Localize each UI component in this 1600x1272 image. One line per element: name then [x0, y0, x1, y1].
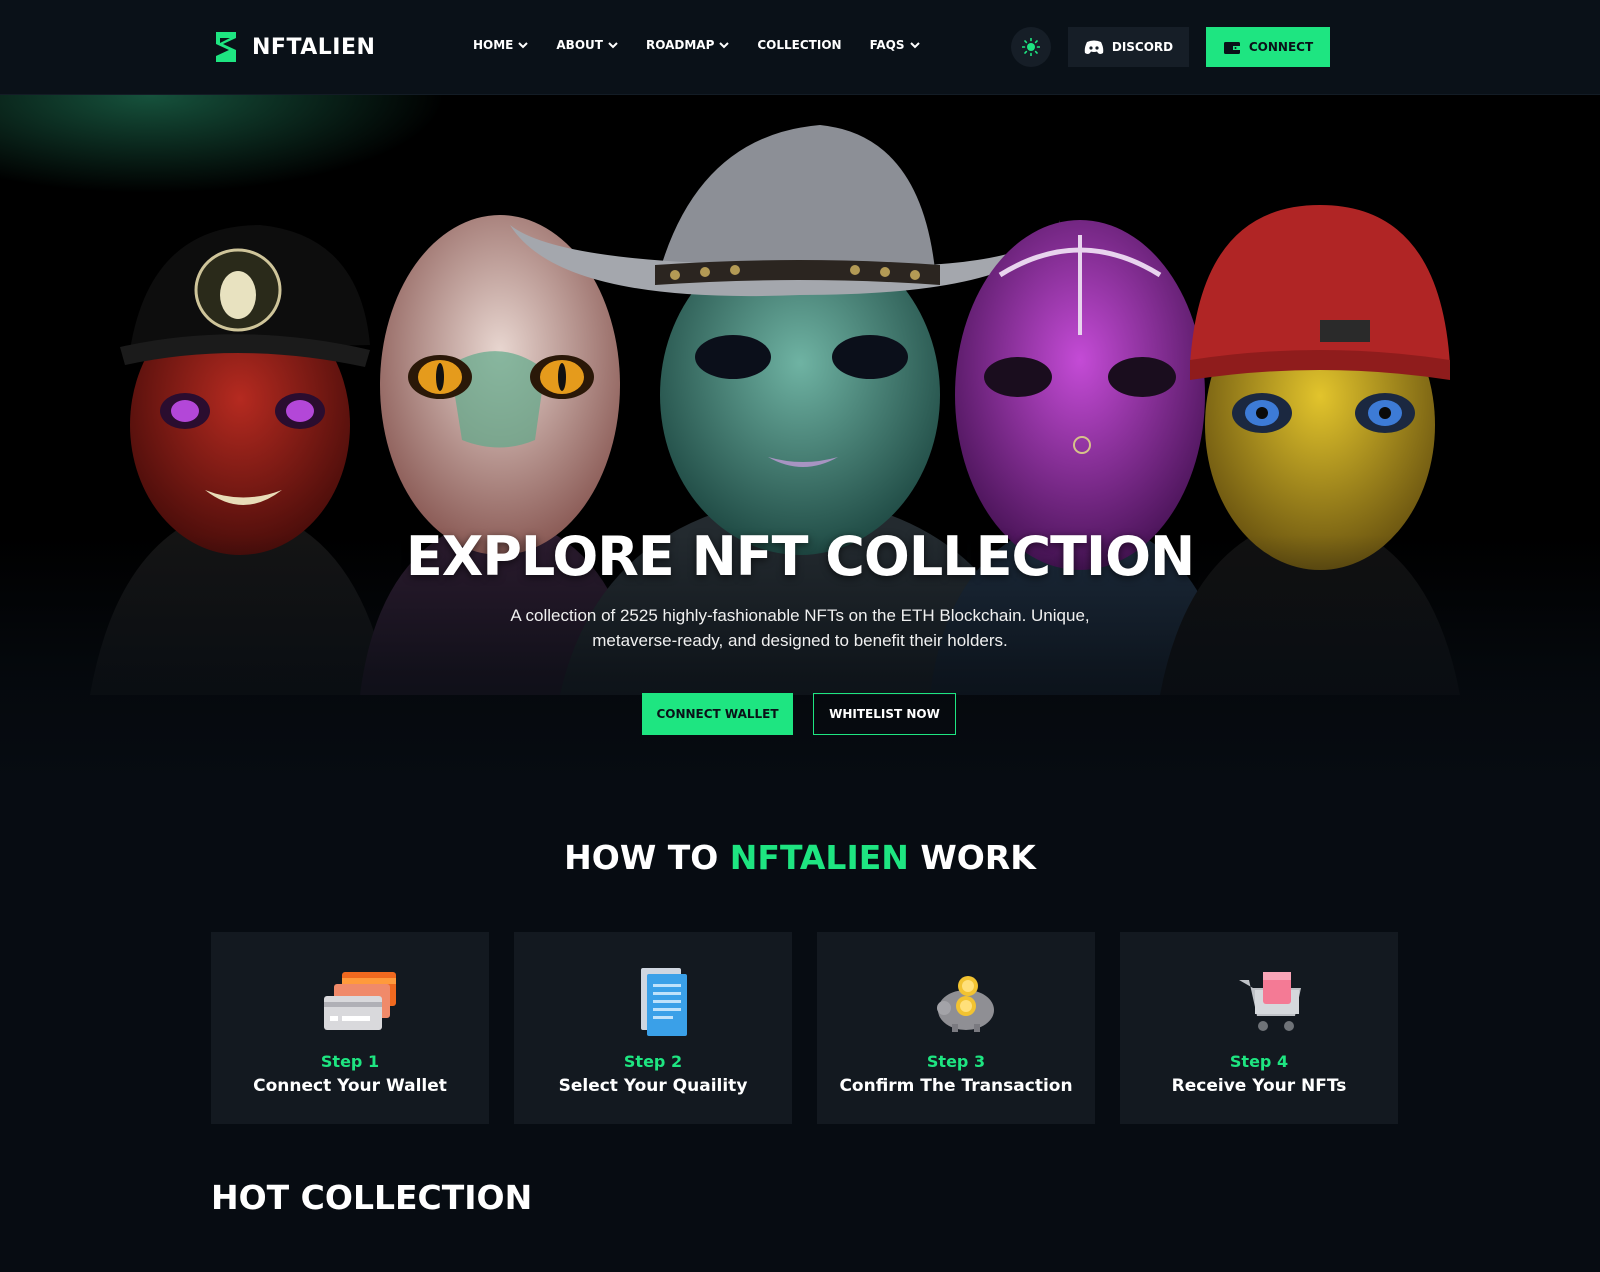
- step-number: Step 2: [623, 1052, 683, 1071]
- brand-name: NFTALIEN: [252, 34, 376, 60]
- step-card: Step 2 Select Your Quaility: [514, 932, 792, 1124]
- discord-label: DISCORD: [1111, 40, 1174, 54]
- nav-roadmap-label: ROADMAP: [645, 38, 715, 52]
- brand-logo[interactable]: NFTALIEN: [210, 29, 375, 65]
- hero-title: EXPLORE NFT COLLECTION: [405, 525, 1195, 588]
- discord-icon: [1084, 40, 1104, 54]
- how-title-post: WORK: [908, 838, 1036, 877]
- nav-about[interactable]: ABOUT: [556, 36, 618, 54]
- nav-collection-label: COLLECTION: [757, 38, 842, 52]
- how-title-pre: HOW TO: [564, 838, 730, 877]
- nav-faqs[interactable]: FAQS: [870, 36, 920, 54]
- whitelist-now-button[interactable]: WHITELIST NOW: [813, 693, 956, 735]
- top-navbar: NFTALIEN HOME ABOUT ROADMAP COLLECTION F…: [0, 0, 1600, 95]
- main-menu: HOME ABOUT ROADMAP COLLECTION FAQS: [473, 36, 948, 54]
- hero-subtitle: A collection of 2525 highly-fashionable …: [510, 606, 1090, 650]
- step-label: Confirm The Transaction: [839, 1076, 1073, 1096]
- step-card: Step 1 Connect Your Wallet: [211, 932, 489, 1124]
- step-number: Step 1: [320, 1052, 380, 1071]
- step-card: Step 3 Confirm The Transaction: [817, 932, 1095, 1124]
- document-icon: [641, 968, 687, 1036]
- how-it-works-title: HOW TO NFTALIEN WORK: [0, 838, 1600, 877]
- chevron-down-icon: [719, 42, 730, 49]
- nav-home-label: HOME: [473, 38, 514, 52]
- steps-row: Step 1 Connect Your Wallet Step 2 Select…: [211, 932, 1398, 1124]
- chevron-down-icon: [518, 42, 529, 49]
- step-label: Connect Your Wallet: [253, 1076, 447, 1096]
- chevron-down-icon: [909, 42, 920, 49]
- step-number: Step 3: [926, 1052, 986, 1071]
- connect-button[interactable]: CONNECT: [1206, 27, 1330, 67]
- nav-about-label: ABOUT: [556, 38, 603, 52]
- wallet-cards-icon: [324, 972, 396, 1030]
- logo-icon: [216, 32, 236, 62]
- chevron-down-icon: [608, 42, 618, 49]
- connect-label: CONNECT: [1248, 40, 1314, 54]
- nav-faqs-label: FAQS: [869, 38, 905, 52]
- nav-collection[interactable]: COLLECTION: [757, 36, 841, 54]
- nav-home[interactable]: HOME: [473, 36, 529, 54]
- theme-toggle-button[interactable]: [1011, 27, 1051, 67]
- hero-section: EXPLORE NFT COLLECTION A collection of 2…: [0, 95, 1600, 785]
- shopping-cart-icon: [1239, 972, 1301, 1031]
- hot-collection-title: HOT COLLECTION: [211, 1178, 533, 1217]
- step-number: Step 4: [1229, 1052, 1289, 1071]
- step-card: Step 4 Receive Your NFTs: [1120, 932, 1398, 1124]
- discord-button[interactable]: DISCORD: [1068, 27, 1189, 67]
- how-title-accent: NFTALIEN: [729, 838, 909, 877]
- step-label: Select Your Quaility: [558, 1076, 748, 1096]
- sun-icon: [1022, 38, 1040, 56]
- piggy-bank-icon: [937, 976, 994, 1032]
- nav-roadmap[interactable]: ROADMAP: [645, 36, 730, 54]
- step-label: Receive Your NFTs: [1171, 1076, 1347, 1096]
- connect-wallet-button[interactable]: CONNECT WALLET: [642, 693, 793, 735]
- wallet-icon: [1223, 41, 1241, 54]
